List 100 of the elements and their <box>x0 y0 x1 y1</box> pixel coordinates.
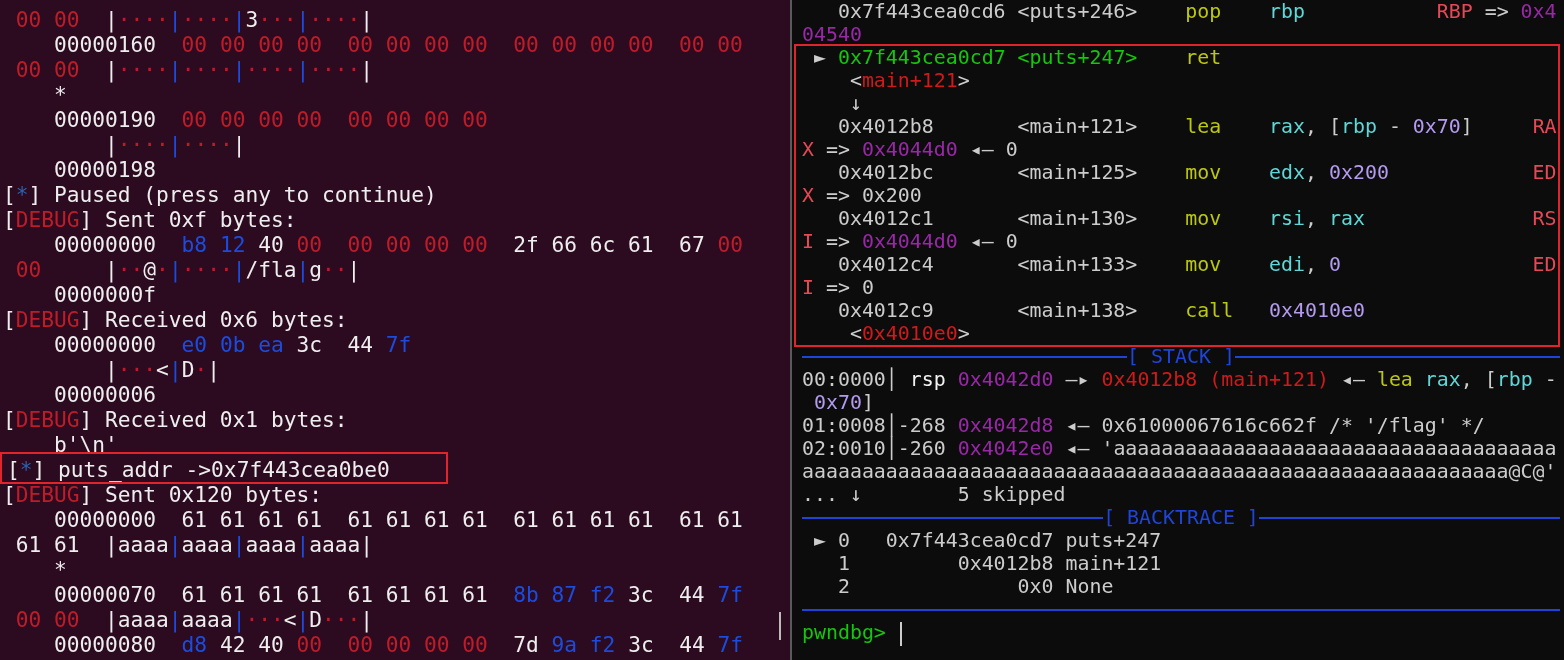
terminal-text: aaaa <box>181 607 233 632</box>
terminal-text: ···· <box>117 7 169 32</box>
terminal-text: ] <box>861 391 874 414</box>
terminal-text: ···· <box>309 7 361 32</box>
terminal-text: | <box>105 132 118 157</box>
terminal-text: 0x4012c4 <main+133> <box>837 253 1138 276</box>
terminal-text: ···· <box>117 57 169 82</box>
terminal-text: 3c 44 <box>296 332 373 357</box>
terminal-text: 0x4012c9 <main+138> <box>837 299 1138 322</box>
scrollbar-thumb[interactable] <box>779 612 781 640</box>
terminal-text: mov <box>1185 253 1222 276</box>
terminal-text: rbp <box>1340 115 1377 138</box>
terminal-text: [ <box>3 482 16 507</box>
terminal-text: ···· <box>309 57 361 82</box>
terminal-text: < <box>849 69 862 92</box>
terminal-text: 3c 44 <box>628 582 705 607</box>
terminal-text: 0x7f443cea0cd7 <puts+247> <box>837 46 1138 69</box>
terminal-text: call <box>1185 299 1234 322</box>
terminal-text: lea <box>1376 368 1413 391</box>
terminal-text: b'\n' <box>54 432 118 457</box>
terminal-text: /fla <box>245 257 297 282</box>
terminal-text: 0x4010e0 <box>861 322 958 345</box>
terminal-text: ···· <box>181 7 233 32</box>
terminal-text: < <box>156 357 169 382</box>
terminal-text: => <box>825 138 850 161</box>
terminal-text: 01:0008│-268 <box>802 414 946 437</box>
terminal-text: ► <box>814 46 826 69</box>
terminal-text: e0 0b ea <box>181 332 284 357</box>
terminal-text: ··· <box>245 607 284 632</box>
terminal-text: > <box>957 322 970 345</box>
terminal-text: 00000000 <box>54 232 157 257</box>
terminal-text: | <box>232 7 246 32</box>
terminal-text: edi <box>1269 253 1305 276</box>
terminal-text: 0 <box>1329 253 1341 276</box>
terminal-text: pwndbg> <box>802 621 886 644</box>
terminal-text: I <box>802 230 814 253</box>
terminal-text: DEBUG <box>15 307 80 332</box>
terminal-text: 00000190 <box>54 107 157 132</box>
terminal-text: < <box>849 322 862 345</box>
terminal-text: | <box>105 7 118 32</box>
terminal-text: 2f 66 6c 61 67 <box>513 232 705 257</box>
terminal-text: | <box>105 357 118 382</box>
terminal-text: | <box>232 257 246 282</box>
terminal-text: , <box>1305 207 1317 230</box>
terminal-text: mov <box>1185 207 1222 230</box>
terminal-text: ED <box>1532 161 1557 184</box>
terminal-text: | <box>296 607 310 632</box>
terminal-text: pop <box>1185 0 1222 23</box>
terminal-text: 00000160 <box>54 32 157 57</box>
terminal-text: | <box>168 257 182 282</box>
terminal-text: * <box>19 457 33 482</box>
terminal-text: ↓ <box>849 92 862 115</box>
terminal-text: 0x200 <box>1329 161 1389 184</box>
terminal-text: | <box>168 607 182 632</box>
terminal-text: | <box>232 57 246 82</box>
terminal-text: > <box>957 69 970 92</box>
terminal-text: | <box>360 7 374 32</box>
terminal-text: 00 <box>15 257 42 282</box>
terminal-text: aaaa <box>181 532 233 557</box>
terminal-text: 0x4042e0 <box>957 437 1054 460</box>
terminal-text: 0x7f443cea0cd6 <puts+246> <box>837 0 1138 23</box>
terminal-text: rbp <box>1496 368 1533 391</box>
terminal-text: | <box>347 257 361 282</box>
terminal-text: | <box>296 257 310 282</box>
terminal-text: rax <box>1424 368 1461 391</box>
terminal-text: , [ <box>1460 368 1497 391</box>
terminal-text: 00 00 <box>15 57 80 82</box>
terminal-text: rsp <box>909 368 946 391</box>
terminal-text: @ <box>143 257 157 282</box>
terminal-text: 40 <box>258 232 284 257</box>
terminal-text: 00000198 <box>54 157 157 182</box>
terminal-text: ◂— 0 <box>969 230 1018 253</box>
terminal-text: ···· <box>117 132 169 157</box>
terminal-text: => 0x200 <box>825 184 922 207</box>
terminal-text: 61 61 |aaaa <box>15 532 169 557</box>
terminal-text: ] puts_addr ->0x7f443cea0be0 <box>32 457 390 482</box>
terminal-text: < <box>283 607 297 632</box>
terminal-text: 0x4012bc <main+125> <box>837 161 1138 184</box>
terminal-text: ··· <box>117 357 157 382</box>
terminal-text: 0x4010e0 <box>1269 299 1365 322</box>
terminal-text: 42 40 <box>219 632 284 657</box>
terminal-text: b8 12 <box>181 232 246 257</box>
terminal-text: 9a f2 <box>551 632 616 657</box>
terminal-text: 0000000f <box>54 282 157 307</box>
terminal-text: 04540 <box>802 23 862 46</box>
terminal-text: aaaaaaaaaaaaaaaaaaaaaaaaaaaaaaaaaaaaaaaaaaaaaaaaaaaaaaaaaaa@C@' <box>802 460 1557 483</box>
terminal-text: ] Received 0x1 bytes: <box>79 407 348 432</box>
terminal-text: DEBUG <box>15 407 80 432</box>
text-cursor <box>899 621 902 646</box>
terminal-text: 7f <box>385 332 412 357</box>
terminal-text: * <box>15 182 29 207</box>
terminal-text: ··· <box>322 607 361 632</box>
terminal-text: D <box>309 607 322 632</box>
terminal-text: ·· <box>117 257 144 282</box>
terminal-text: mov <box>1185 161 1222 184</box>
terminal-text: | <box>168 357 182 382</box>
terminal-text: 00000080 <box>54 632 157 657</box>
terminal-text: aaaa| <box>309 532 373 557</box>
terminal-text: 00:0000│ <box>802 368 898 391</box>
terminal-text: DEBUG <box>15 207 80 232</box>
